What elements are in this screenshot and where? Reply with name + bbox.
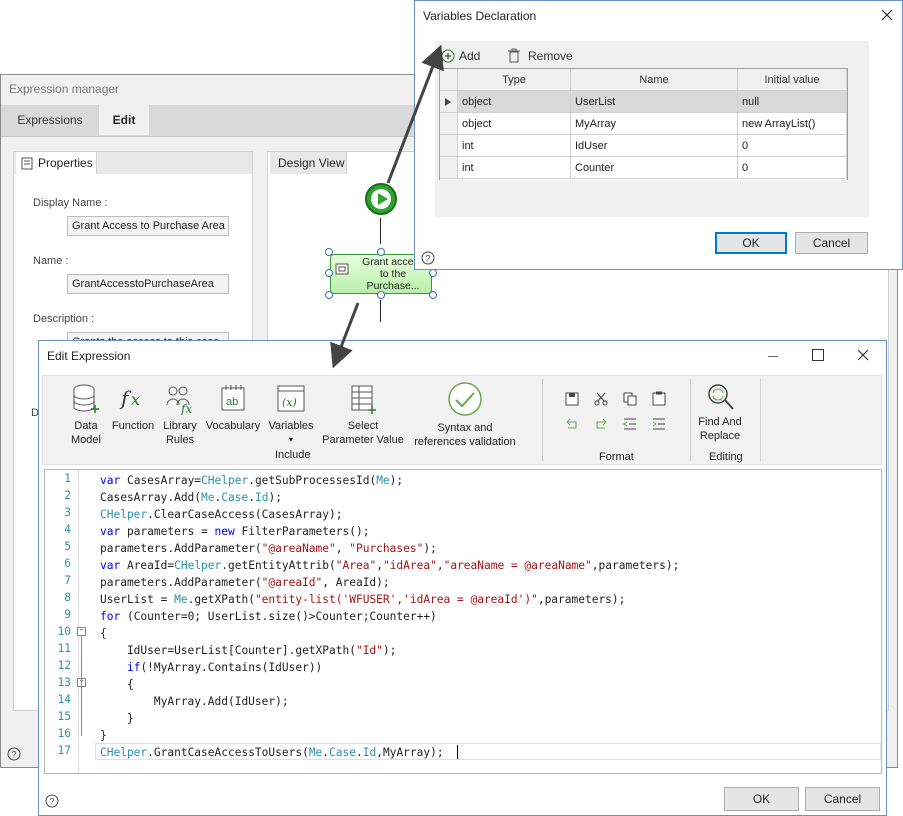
annotation-arrows — [330, 44, 444, 369]
arrow-to-edit-expression — [330, 302, 360, 369]
arrow-to-variables — [386, 44, 444, 184]
